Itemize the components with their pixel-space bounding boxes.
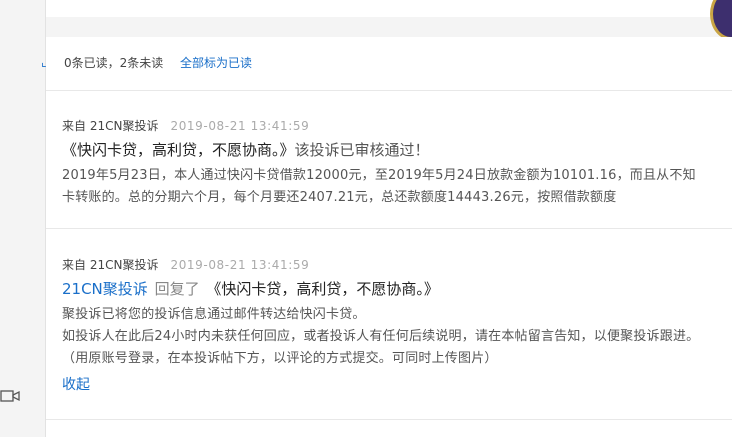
message-source: 来自 21CN聚投诉 bbox=[62, 258, 159, 272]
message-time: 2019-08-21 13:41:59 bbox=[170, 258, 310, 272]
complaint-title-link[interactable]: 《快闪卡贷，高利贷，不愿协商。》 bbox=[62, 141, 295, 159]
message-item: 来自 21CN聚投诉 2019-08-21 13:41:59 21CN聚投诉 回复… bbox=[46, 229, 732, 420]
complaint-title-link[interactable]: 《快闪卡贷，高利贷，不愿协商。》 bbox=[206, 280, 439, 298]
message-source: 来自 21CN聚投诉 bbox=[62, 119, 159, 133]
collapse-link[interactable]: 收起 bbox=[62, 374, 90, 394]
reply-verb: 回复了 bbox=[154, 280, 200, 298]
menu-edge-icon[interactable]: ⌞ bbox=[41, 56, 47, 68]
video-camera-icon[interactable] bbox=[0, 388, 22, 404]
complaint-status: 该投诉已审核通过！ bbox=[294, 141, 430, 159]
top-band bbox=[46, 0, 732, 17]
message-body-line: 卡转账的。总的分期六个月，每个月要还2407.21元，总还款额度14443.26… bbox=[62, 190, 617, 205]
message-body-line: （用原账号登录，在本投诉帖下方，以评论的方式提交。可同时上传图片） bbox=[62, 351, 498, 366]
message-item: 来自 21CN聚投诉 2019-08-21 13:41:59 《快闪卡贷，高利贷，… bbox=[46, 91, 732, 229]
section-gap bbox=[46, 17, 732, 37]
message-time: 2019-08-21 13:41:59 bbox=[170, 119, 310, 133]
left-sidebar: ⌞ bbox=[0, 0, 47, 437]
message-body-line: 2019年5月23日，本人通过快闪卡贷借款12000元，至2019年5月24日放… bbox=[62, 168, 696, 183]
read-count-text: 0条已读，2条未读 bbox=[64, 56, 164, 70]
message-body-line: 聚投诉已将您的投诉信息通过邮件转达给快闪卡贷。 bbox=[62, 307, 366, 322]
message-body-line: 如投诉人在此后24小时内未获任何回应，或者投诉人有任何后续说明，请在本帖留言告知… bbox=[62, 329, 700, 344]
message-meta: 来自 21CN聚投诉 2019-08-21 13:41:59 bbox=[62, 256, 309, 273]
bottom-band bbox=[46, 420, 732, 437]
message-status-bar: 0条已读，2条未读 全部标为已读 bbox=[46, 37, 732, 91]
message-meta: 来自 21CN聚投诉 2019-08-21 13:41:59 bbox=[62, 117, 309, 134]
message-headline: 21CN聚投诉 回复了 《快闪卡贷，高利贷，不愿协商。》 bbox=[62, 278, 439, 299]
message-headline: 《快闪卡贷，高利贷，不愿协商。》该投诉已审核通过！ bbox=[62, 139, 430, 160]
mark-all-read-link[interactable]: 全部标为已读 bbox=[180, 37, 252, 90]
reply-actor-link[interactable]: 21CN聚投诉 bbox=[62, 280, 148, 298]
